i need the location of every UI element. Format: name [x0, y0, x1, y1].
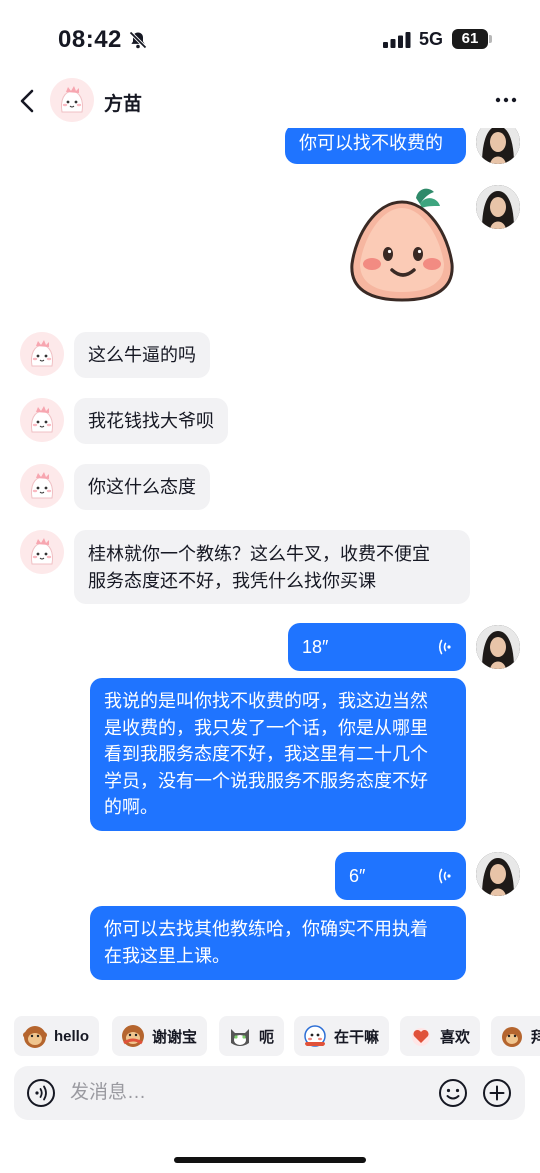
quick-reply-bar[interactable]: hello 谢谢宝 呃 在干嘛 喜欢 拜 — [0, 1016, 540, 1056]
monkey-hug-emoji-icon — [122, 1025, 144, 1047]
peach-character-avatar — [20, 530, 64, 574]
my-avatar[interactable] — [476, 185, 520, 229]
quick-reply-chip[interactable]: 喜欢 — [400, 1016, 481, 1056]
message-text: 我花钱找大爷呗 — [88, 411, 214, 431]
voice-wave-icon — [438, 639, 451, 655]
message-text-line: 服务态度还不好，我凭什么找你买课 — [88, 571, 376, 591]
message-text: 这么牛逼的吗 — [88, 345, 196, 365]
home-indicator[interactable] — [174, 1157, 366, 1163]
peach-character-avatar — [20, 332, 64, 376]
portrait-avatar — [476, 852, 520, 896]
quick-reply-chip[interactable]: 呃 — [219, 1016, 285, 1056]
portrait-avatar — [476, 128, 520, 164]
message-text-line: 我说的是叫你找不收费的呀，我这边当然 — [104, 691, 428, 711]
message-text-line: 是收费的，我只发了一个话，你是从哪里 — [104, 717, 428, 738]
smiling-peach-sticker[interactable] — [346, 184, 458, 304]
battery-tip — [489, 35, 492, 43]
plus-icon[interactable] — [482, 1078, 512, 1108]
message-text-line: 看到我服务态度不好，我这里有二十几个 — [104, 744, 428, 764]
back-chevron-icon[interactable] — [16, 88, 40, 114]
peach-character-avatar — [20, 398, 64, 442]
message-bubble[interactable]: 你可以找不收费的 — [285, 128, 466, 164]
contact-name[interactable]: 方苗 — [104, 89, 142, 116]
monkey-emoji-icon — [23, 1026, 47, 1048]
voice-wave-icon[interactable] — [26, 1078, 56, 1108]
voice-message[interactable]: 6″ — [335, 852, 466, 900]
quick-reply-label: 呃 — [259, 1028, 275, 1046]
network-type: 5G — [419, 29, 444, 49]
contact-avatar[interactable] — [20, 398, 64, 442]
contact-avatar[interactable] — [50, 78, 94, 122]
voice-duration: 18″ — [302, 637, 329, 657]
message-bubble[interactable]: 桂林就你一个教练？这么牛叉，收费不便宜 服务态度还不好，我凭什么找你买课 — [74, 530, 470, 604]
portrait-avatar — [476, 625, 520, 669]
quick-reply-chip[interactable]: 拜 — [491, 1016, 540, 1056]
smiley-icon[interactable] — [438, 1078, 468, 1108]
message-bubble[interactable]: 你可以去找其他教练哈，你确实不用执着 在我这里上课。 — [90, 906, 466, 980]
my-avatar[interactable] — [476, 128, 520, 164]
message-text-line: 的啊。 — [104, 797, 158, 817]
monkey-wave-emoji-icon — [502, 1027, 522, 1047]
message-composer — [14, 1066, 525, 1120]
message-text-line: 桂林就你一个教练？这么牛叉，收费不便宜 — [88, 544, 430, 564]
message-text: 你可以找不收费的 — [299, 133, 443, 153]
message-bubble[interactable]: 你这什么态度 — [74, 464, 210, 510]
message-bubble[interactable]: 我花钱找大爷呗 — [74, 398, 228, 444]
quick-reply-chip[interactable]: 在干嘛 — [294, 1016, 390, 1056]
message-text-line: 在我这里上课。 — [104, 946, 230, 966]
more-dots-icon[interactable] — [494, 96, 518, 104]
status-time: 08:42 — [58, 26, 122, 53]
message-bubble[interactable]: 这么牛逼的吗 — [74, 332, 210, 378]
message-text-line: 你可以去找其他教练哈，你确实不用执着 — [104, 919, 428, 939]
quick-reply-label: 拜 — [531, 1028, 540, 1046]
voice-message[interactable]: 18″ — [288, 623, 466, 671]
voice-wave-icon — [438, 868, 451, 884]
bell-slash-icon — [129, 31, 147, 49]
quick-reply-chip[interactable]: hello — [14, 1016, 100, 1056]
cat-emoji-icon — [231, 1029, 249, 1046]
battery-level: 61 — [452, 29, 488, 49]
contact-avatar[interactable] — [20, 332, 64, 376]
quick-reply-label: 在干嘛 — [334, 1028, 380, 1046]
peach-character-avatar — [20, 464, 64, 508]
peach-character-avatar — [50, 78, 94, 122]
message-text: 你这什么态度 — [88, 477, 196, 497]
quick-reply-label: hello — [54, 1027, 90, 1045]
my-avatar[interactable] — [476, 852, 520, 896]
quick-reply-label: 喜欢 — [440, 1028, 471, 1046]
quick-reply-label: 谢谢宝 — [152, 1028, 198, 1046]
message-text-line: 学员，没有一个说我服务不服务态度不好 — [104, 770, 428, 791]
message-bubble[interactable]: 我说的是叫你找不收费的呀，我这边当然 是收费的，我只发了一个话，你是从哪里 看到… — [90, 678, 466, 831]
contact-avatar[interactable] — [20, 530, 64, 574]
heart-emoji-icon — [412, 1028, 430, 1046]
peeking-emoji-icon — [304, 1025, 326, 1047]
chat-header: 方苗 — [0, 76, 540, 128]
portrait-avatar — [476, 185, 520, 229]
voice-duration: 6″ — [349, 866, 366, 886]
status-bar: 08:42 5G 61 — [0, 0, 540, 80]
quick-reply-chip[interactable]: 谢谢宝 — [112, 1016, 208, 1056]
message-input[interactable] — [70, 1076, 370, 1110]
contact-avatar[interactable] — [20, 464, 64, 508]
signal-bars-icon — [383, 32, 411, 48]
message-list[interactable]: 你可以找不收费的 这么牛逼的吗 我花钱找大爷呗 你这什么态度 桂林就你一个教练？… — [0, 128, 540, 1008]
my-avatar[interactable] — [476, 625, 520, 669]
